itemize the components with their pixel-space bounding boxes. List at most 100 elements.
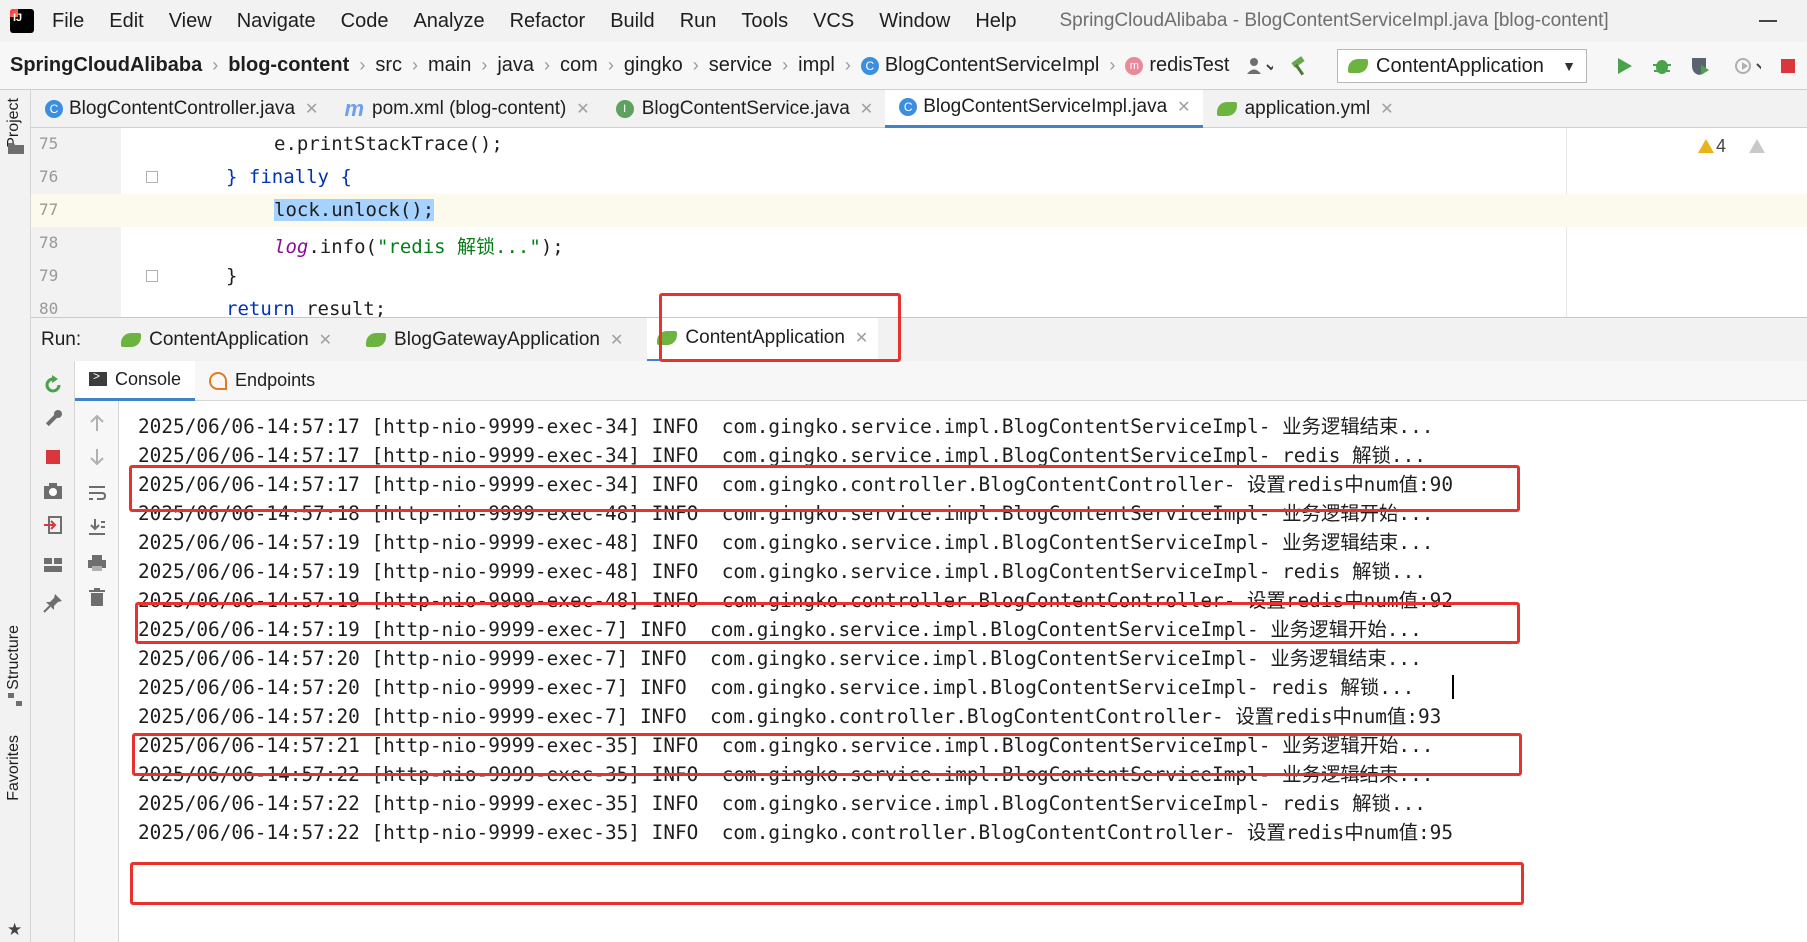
layout-icon[interactable] (43, 555, 63, 575)
breadcrumb-service[interactable]: service (709, 54, 772, 77)
run-subtabs: Console Endpoints (31, 360, 1807, 401)
tab-console[interactable]: Console (75, 360, 196, 401)
user-icon[interactable] (1239, 55, 1273, 77)
fold-marker-icon[interactable] (146, 270, 158, 282)
window-title: SpringCloudAlibaba - BlogContentServiceI… (1059, 10, 1609, 31)
structure-tool-button[interactable]: Structure (5, 625, 23, 690)
line-number: 78 (39, 233, 59, 252)
chevron-right-icon: › (481, 55, 488, 75)
coverage-icon[interactable] (1689, 55, 1711, 77)
text-cursor (1452, 675, 1454, 699)
run-tab-blog-gateway-application[interactable]: BlogGatewayApplication ✕ (356, 318, 633, 362)
code-text: } finally { (226, 166, 352, 188)
pin-icon[interactable] (43, 593, 63, 613)
tab-endpoints[interactable]: Endpoints (195, 361, 329, 401)
breadcrumb-class[interactable]: C BlogContentServiceImpl (860, 54, 1100, 77)
profiler-icon[interactable] (1727, 55, 1761, 77)
toolbar-right: ContentApplication ▼ (1231, 42, 1807, 90)
menu-refactor[interactable]: Refactor (510, 10, 586, 33)
editor-tabs: C BlogContentController.java ✕ m pom.xml… (31, 89, 1807, 128)
tab-blog-content-controller[interactable]: C BlogContentController.java ✕ (31, 90, 330, 128)
close-icon[interactable]: ✕ (319, 330, 332, 350)
wrench-icon[interactable] (43, 409, 63, 429)
inspection-widget[interactable]: 4 (1697, 136, 1767, 157)
menu-file[interactable]: File (52, 10, 84, 33)
tab-application-yml[interactable]: application.yml ✕ (1203, 90, 1406, 128)
menu-navigate[interactable]: Navigate (237, 10, 316, 33)
minimize-icon[interactable] (1759, 20, 1777, 22)
run-tab-label: ContentApplication (149, 328, 309, 350)
log-line: 2025/06/06-14:57:22 [http-nio-9999-exec-… (138, 821, 1454, 844)
line-number: 75 (39, 134, 59, 153)
stop-icon[interactable] (43, 447, 63, 467)
tab-endpoints-label: Endpoints (235, 370, 316, 390)
console-icon (89, 369, 107, 386)
close-icon[interactable]: ✕ (576, 99, 589, 119)
left-tool-strip: Project Structure Favorites ★ (0, 90, 31, 942)
print-icon[interactable] (87, 553, 107, 573)
close-icon[interactable]: ✕ (305, 99, 318, 119)
tab-blog-content-service-impl[interactable]: C BlogContentServiceImpl.java ✕ (885, 89, 1203, 128)
breadcrumb-class-label: BlogContentServiceImpl (884, 54, 1100, 76)
code-token: result; (294, 298, 387, 317)
debug-icon[interactable] (1651, 55, 1673, 77)
run-tab-content-application-1[interactable]: ContentApplication ✕ (111, 318, 342, 362)
breadcrumb-java[interactable]: java (497, 54, 534, 77)
fold-marker-icon[interactable] (146, 171, 158, 183)
call-token: .info( (308, 236, 377, 258)
soft-wrap-icon[interactable] (87, 483, 107, 503)
breadcrumb-com[interactable]: com (560, 54, 598, 77)
menu-window[interactable]: Window (879, 10, 950, 33)
breadcrumb-impl[interactable]: impl (798, 54, 835, 77)
camera-icon[interactable] (43, 481, 63, 501)
trash-icon[interactable] (87, 587, 107, 607)
breadcrumb-project[interactable]: SpringCloudAlibaba (10, 54, 202, 77)
code-line: 78 log.info("redis 解锁..."); (31, 227, 1807, 260)
breadcrumb-src[interactable]: src (375, 54, 402, 77)
menu-tools[interactable]: Tools (741, 10, 788, 33)
menu-build[interactable]: Build (610, 10, 654, 33)
chevron-right-icon: › (692, 55, 699, 75)
breadcrumb-method[interactable]: m redisTest (1125, 54, 1229, 77)
project-tool-button[interactable]: Project (5, 98, 23, 148)
login-icon[interactable] (43, 515, 63, 535)
close-icon[interactable]: ✕ (610, 330, 623, 350)
close-icon[interactable]: ✕ (860, 99, 873, 119)
breadcrumb-module[interactable]: blog-content (228, 54, 349, 77)
run-icon[interactable] (1613, 55, 1635, 77)
menu-view[interactable]: View (169, 10, 212, 33)
arrow-up-icon[interactable] (87, 413, 107, 433)
hammer-build-icon[interactable] (1289, 55, 1311, 77)
chevron-right-icon: › (844, 55, 851, 75)
menu-run[interactable]: Run (680, 10, 717, 33)
folder-icon (8, 143, 24, 154)
breadcrumb-gingko[interactable]: gingko (624, 54, 683, 77)
spring-boot-icon (366, 332, 387, 347)
breadcrumb-main[interactable]: main (428, 54, 471, 77)
navigation-bar: SpringCloudAlibaba › blog-content › src › m… (0, 42, 1807, 90)
favorites-tool-button[interactable]: Favorites (5, 735, 23, 801)
close-icon[interactable]: ✕ (1380, 99, 1393, 119)
code-text: e.printStackTrace(); (274, 133, 503, 155)
menu-code[interactable]: Code (341, 10, 389, 33)
tab-pom-xml[interactable]: m pom.xml (blog-content) ✕ (330, 90, 601, 128)
line-number: 79 (39, 266, 59, 285)
tab-label: BlogContentServiceImpl.java (923, 96, 1168, 117)
rerun-icon[interactable] (43, 375, 63, 395)
tab-blog-content-service[interactable]: I BlogContentService.java ✕ (602, 90, 885, 128)
spring-leaf-icon (1216, 101, 1237, 116)
stop-icon[interactable] (1777, 55, 1799, 77)
endpoints-icon (209, 371, 228, 390)
arrow-down-icon[interactable] (87, 447, 107, 467)
menu-help[interactable]: Help (975, 10, 1016, 33)
menu-analyze[interactable]: Analyze (413, 10, 484, 33)
run-configuration-select[interactable]: ContentApplication ▼ (1337, 49, 1587, 83)
close-icon[interactable]: ✕ (1177, 97, 1190, 117)
scroll-to-end-icon[interactable] (87, 517, 107, 537)
spring-boot-icon (1348, 59, 1368, 73)
menu-edit[interactable]: Edit (109, 10, 143, 33)
chevron-right-icon: › (212, 55, 219, 75)
code-editor[interactable]: 75 e.printStackTrace(); 76 } finally { 7… (31, 128, 1807, 317)
menu-vcs[interactable]: VCS (813, 10, 854, 33)
line-number: 77 (39, 200, 59, 219)
